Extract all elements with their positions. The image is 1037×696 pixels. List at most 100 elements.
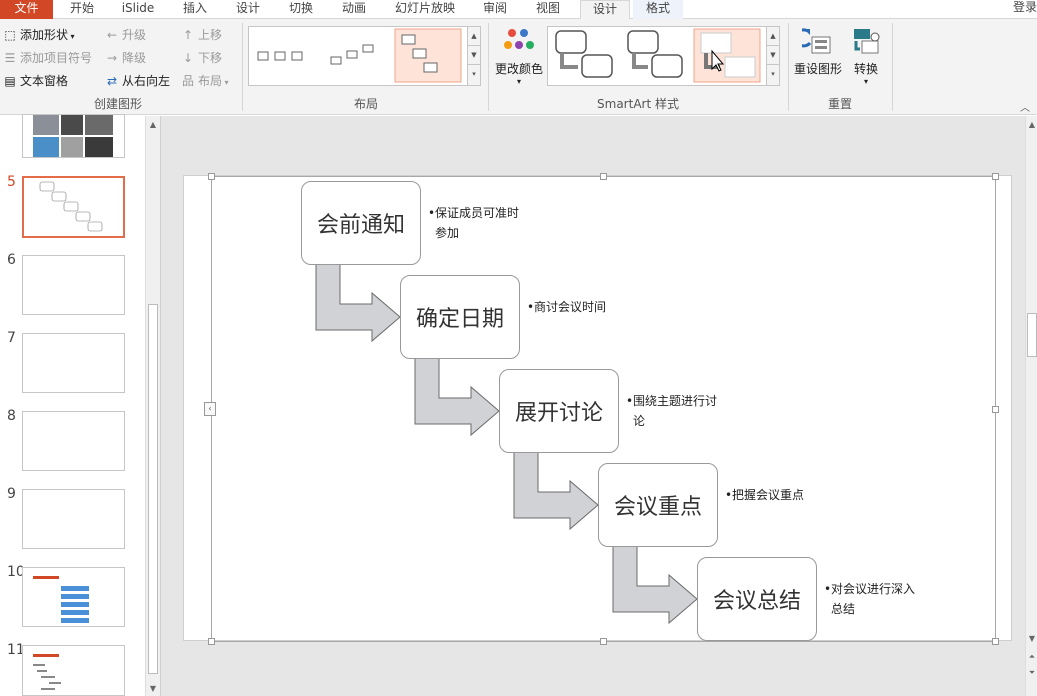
thumbnail-scroll-thumb[interactable] (148, 304, 158, 674)
previous-slide-icon: ⏶ (1028, 652, 1036, 661)
step-note-2[interactable]: • 商讨会议时间 (527, 297, 624, 317)
tab-insert[interactable]: 插入 (170, 0, 220, 19)
gallery-up-icon: ▲ (468, 27, 480, 46)
arrow-1 (315, 262, 401, 343)
tab-design[interactable]: 设计 (224, 0, 272, 19)
thumbnail-scrollbar[interactable]: ▲ ▼ (145, 116, 160, 696)
photo-collage-thumbnail (33, 115, 113, 157)
step-note-3[interactable]: • 围绕主题进行讨论 (626, 391, 723, 431)
slide-editing-area: 会前通知 • 保证成员可准时参加 确定日期 • 商讨会议时间 展开讨论 • 围绕主题进… (160, 116, 1025, 696)
layout-gallery[interactable]: ▲ ▼ ▾ (248, 26, 481, 86)
smartart-styles-group-label: SmartArt 样式 (597, 97, 679, 111)
move-up-button[interactable]: ↑ 上移 (180, 25, 222, 45)
tab-animations[interactable]: 动画 (330, 0, 378, 19)
tab-slideshow[interactable]: 幻灯片放映 (383, 0, 467, 19)
login-link[interactable]: 登录 (1013, 0, 1037, 14)
tab-file[interactable]: 文件 (0, 0, 53, 19)
slide-thumbnail-7[interactable] (22, 333, 125, 393)
scroll-down-icon: ▼ (1028, 634, 1036, 643)
layout-gallery-items (257, 28, 462, 83)
add-shape-icon: ⬚ (4, 28, 16, 42)
smartart-graphic-frame[interactable]: 会前通知 • 保证成员可准时参加 确定日期 • 商讨会议时间 展开讨论 • 围绕主题进… (208, 173, 999, 645)
outline-thumbnail (33, 654, 61, 690)
group-separator (892, 23, 893, 111)
slide-thumbnail-11[interactable] (22, 645, 125, 696)
reset-graphic-icon (794, 28, 831, 54)
tab-smartart-design[interactable]: 设计 (580, 0, 630, 20)
slide-number: 8 (7, 408, 16, 424)
convert-icon (854, 29, 880, 54)
gallery-more-icon: ▾ (771, 70, 775, 78)
change-colors-button[interactable]: 更改颜色 ▾ (492, 25, 546, 86)
gallery-more-icon: ▾ (472, 70, 476, 78)
style-option-1 (555, 30, 613, 78)
convert-button[interactable]: 转换 ▾ (846, 25, 886, 86)
tab-view[interactable]: 视图 (524, 0, 572, 19)
layout-gallery-scroll[interactable]: ▲ ▼ ▾ (467, 27, 480, 85)
step-box-4[interactable]: 会议重点 (598, 463, 718, 547)
slide-scroll-thumb[interactable] (1027, 313, 1037, 357)
promote-button[interactable]: ← 升级 (104, 25, 146, 45)
slide-scrollbar[interactable]: ▲ ▼ ⏶ ⏷ (1025, 116, 1037, 696)
smartart-styles-gallery[interactable]: ▲ ▼ ▾ (547, 26, 780, 86)
list-thumbnail (33, 576, 89, 623)
current-slide[interactable]: 会前通知 • 保证成员可准时参加 确定日期 • 商讨会议时间 展开讨论 • 围绕主题进… (183, 173, 1012, 645)
style-option-2 (627, 30, 683, 78)
step-note-4[interactable]: • 把握会议重点 (725, 485, 822, 505)
step-note-1[interactable]: • 保证成员可准时参加 (428, 203, 525, 243)
scroll-down-icon: ▼ (149, 684, 157, 693)
smartart-mini-thumbnail (39, 181, 103, 232)
tab-home[interactable]: 开始 (58, 0, 106, 19)
arrow-up-icon: ↑ (182, 28, 194, 42)
step-box-3[interactable]: 展开讨论 (499, 369, 619, 453)
group-separator (242, 23, 243, 111)
slide-thumbnail-9[interactable] (22, 489, 125, 549)
right-to-left-button[interactable]: ⇄ 从右向左 (104, 71, 170, 91)
arrow-4 (612, 544, 698, 625)
step-box-2[interactable]: 确定日期 (400, 275, 520, 359)
slide-thumbnail-4[interactable] (22, 114, 125, 158)
text-pane-toggle-icon[interactable]: ‹ (204, 402, 216, 416)
slide-thumbnail-8[interactable] (22, 411, 125, 471)
layout-group-label: 布局 (353, 97, 378, 111)
move-down-button[interactable]: ↓ 下移 (180, 48, 222, 68)
slide-number: 5 (7, 174, 16, 190)
layout-button[interactable]: 品布局 ▾ (180, 71, 229, 91)
text-pane-button[interactable]: ▤ 文本窗格 (2, 71, 68, 91)
collapse-ribbon-icon[interactable]: ︿ (1020, 99, 1030, 114)
tab-transitions[interactable]: 切换 (276, 0, 326, 19)
layout-option-1 (257, 51, 303, 61)
tab-islide[interactable]: iSlide (112, 0, 164, 19)
next-slide-icon: ⏷ (1028, 668, 1036, 677)
ribbon: ⬚ 添加形状 ▾ ☰ 添加项目符号 ▤ 文本窗格 ← 升级 → 降级 ⇄ 从右向左 ↑ 上移 … (0, 19, 1037, 115)
org-chart-icon: 品 (181, 74, 194, 88)
slide-thumbnail-10[interactable] (22, 567, 125, 627)
slide-thumbnail-5[interactable] (22, 176, 125, 238)
add-shape-button[interactable]: ⬚ 添加形状 ▾ (2, 25, 74, 45)
scroll-up-icon: ▲ (149, 120, 157, 129)
gallery-up-icon: ▲ (767, 27, 779, 46)
add-bullet-button[interactable]: ☰ 添加项目符号 (2, 48, 92, 68)
slide-thumbnail-pane: 5 6 7 8 9 10 11 (0, 114, 160, 696)
arrow-right-icon: → (106, 51, 118, 65)
tab-review[interactable]: 审阅 (472, 0, 518, 19)
arrow-3 (513, 450, 599, 531)
reset-graphic-button[interactable]: 重设图形 (792, 25, 844, 77)
slide-thumbnail-6[interactable] (22, 255, 125, 315)
step-box-5[interactable]: 会议总结 (697, 557, 817, 641)
gallery-down-icon: ▼ (767, 46, 779, 65)
slide-number: 7 (7, 330, 16, 346)
tab-format[interactable]: 格式 (633, 0, 683, 19)
step-box-1[interactable]: 会前通知 (301, 181, 421, 265)
layout-option-2 (330, 44, 374, 65)
reset-group-label: 重置 (827, 97, 852, 111)
bullet-list-icon: ☰ (4, 51, 16, 65)
group-separator (788, 23, 789, 111)
scroll-up-icon: ▲ (1028, 120, 1036, 129)
styles-gallery-scroll[interactable]: ▲ ▼ ▾ (766, 27, 779, 85)
slide-number: 6 (7, 252, 16, 268)
step-note-5[interactable]: • 对会议进行深入总结 (824, 579, 921, 619)
text-pane-icon: ▤ (4, 74, 16, 88)
demote-button[interactable]: → 降级 (104, 48, 146, 68)
ribbon-tab-bar: 文件 开始 iSlide 插入 设计 切换 动画 幻灯片放映 审阅 视图 设计 … (0, 0, 1037, 20)
